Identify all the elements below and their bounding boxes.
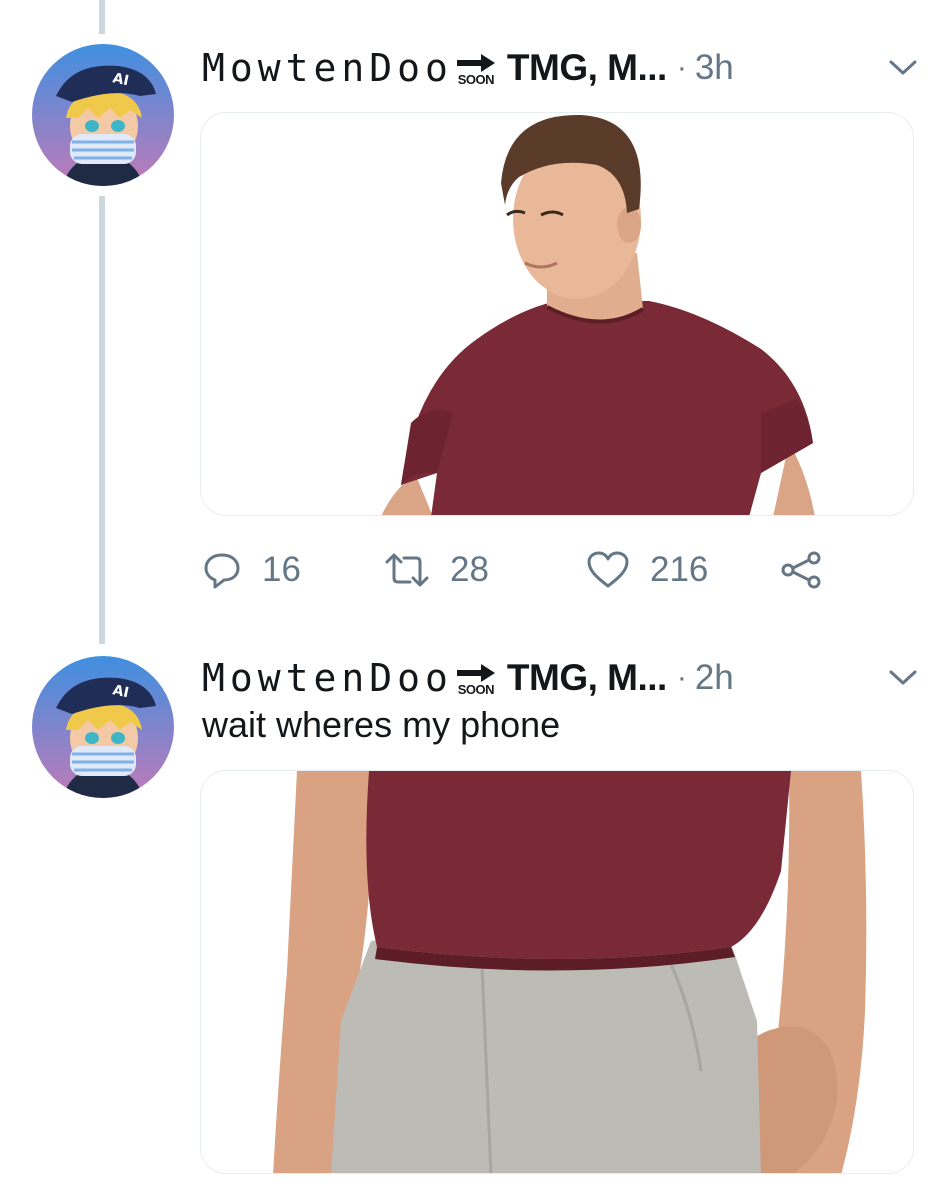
arrow-right-icon bbox=[455, 663, 497, 683]
handle[interactable]: TMG, M... bbox=[507, 47, 667, 89]
reply-button[interactable]: 16 bbox=[202, 540, 301, 600]
soon-badge: SOON bbox=[455, 53, 497, 87]
share-icon bbox=[780, 550, 824, 590]
display-name[interactable]: MowtenDoo bbox=[202, 656, 453, 700]
timestamp[interactable]: 2h bbox=[695, 658, 734, 698]
tweet-media[interactable] bbox=[200, 112, 914, 516]
tweet-header: MowtenDoo SOON TMG, M... · 2h bbox=[202, 650, 734, 706]
chevron-down-icon[interactable] bbox=[886, 666, 920, 690]
thread-line bbox=[99, 196, 105, 644]
soon-badge: SOON bbox=[455, 663, 497, 697]
reply-icon bbox=[202, 550, 242, 590]
soon-label: SOON bbox=[457, 72, 495, 87]
thread-line-top bbox=[99, 0, 105, 34]
soon-label: SOON bbox=[457, 682, 495, 697]
retweet-icon bbox=[384, 550, 430, 590]
separator-dot: · bbox=[676, 661, 687, 694]
avatar[interactable]: AI bbox=[32, 656, 174, 798]
share-button[interactable] bbox=[780, 540, 824, 600]
timestamp[interactable]: 3h bbox=[695, 48, 734, 88]
chevron-down-icon[interactable] bbox=[886, 56, 920, 80]
heart-icon bbox=[586, 550, 630, 590]
like-button[interactable]: 216 bbox=[586, 540, 708, 600]
like-count: 216 bbox=[650, 550, 709, 589]
retweet-count: 28 bbox=[450, 550, 489, 589]
photo-man-torso bbox=[201, 771, 913, 1173]
arrow-right-icon bbox=[455, 53, 497, 73]
tweet-header: MowtenDoo SOON TMG, M... · 3h bbox=[202, 40, 734, 96]
avatar[interactable]: AI bbox=[32, 44, 174, 186]
tweet-text: wait wheres my phone bbox=[202, 704, 561, 745]
tweet-actions: 16 28 216 bbox=[200, 540, 900, 600]
separator-dot: · bbox=[676, 51, 687, 84]
avatar-image: AI bbox=[32, 44, 174, 186]
display-name[interactable]: MowtenDoo bbox=[202, 46, 453, 90]
reply-count: 16 bbox=[262, 550, 301, 589]
avatar-image: AI bbox=[32, 656, 174, 798]
tweet-media[interactable] bbox=[200, 770, 914, 1174]
retweet-button[interactable]: 28 bbox=[384, 540, 489, 600]
svg-text:AI: AI bbox=[111, 70, 130, 89]
svg-text:AI: AI bbox=[111, 682, 130, 701]
photo-man-upper-body bbox=[201, 113, 913, 515]
handle[interactable]: TMG, M... bbox=[507, 657, 667, 699]
